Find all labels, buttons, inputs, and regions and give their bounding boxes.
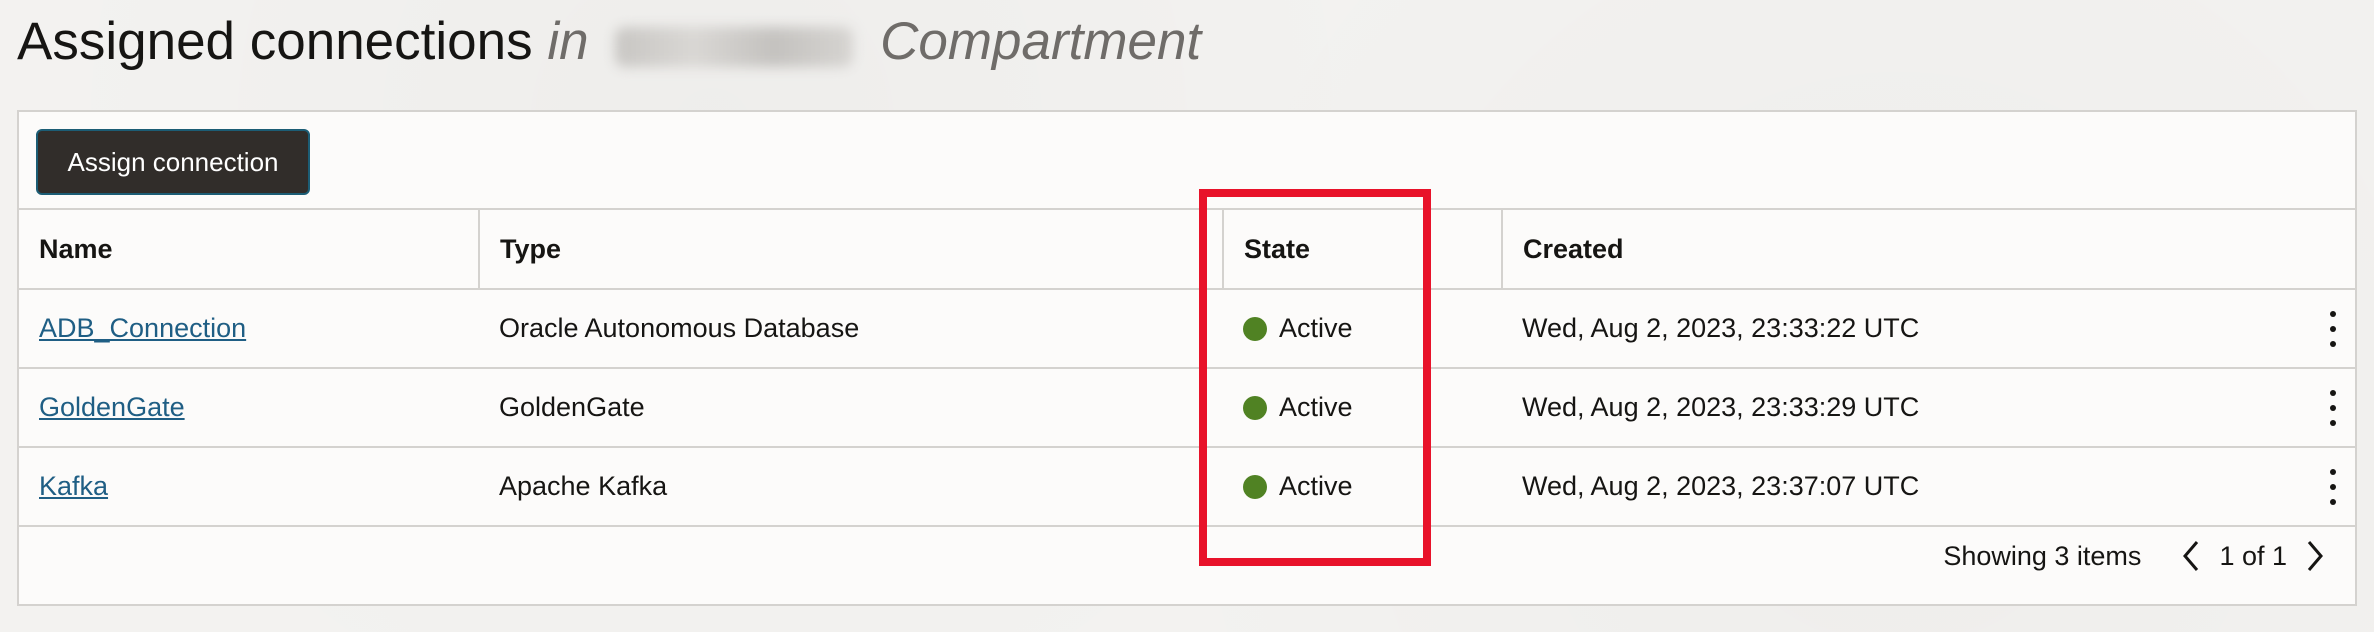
- state-badge: Active: [1243, 369, 1502, 445]
- state-label: Active: [1279, 471, 1353, 501]
- table-row: ADB_Connection Oracle Autonomous Databas…: [19, 289, 2355, 369]
- connection-type: GoldenGate: [479, 368, 1223, 448]
- table-row: Kafka Apache Kafka Active Wed, Aug 2, 20…: [19, 447, 2355, 527]
- state-badge: Active: [1243, 290, 1502, 366]
- toolbar: Assign connection: [19, 112, 2355, 210]
- redacted-compartment-name: [615, 27, 854, 67]
- kebab-menu-icon[interactable]: [2327, 310, 2339, 347]
- assign-connection-button[interactable]: Assign connection: [36, 129, 310, 195]
- column-header-type[interactable]: Type: [478, 210, 1223, 290]
- table-footer: Showing 3 items 1 of 1: [1943, 526, 2329, 586]
- connection-name-link[interactable]: Kafka: [39, 471, 108, 501]
- green-dot-icon: [1243, 395, 1267, 420]
- column-header-name[interactable]: Name: [19, 210, 479, 290]
- state-label: Active: [1279, 392, 1353, 422]
- chevron-left-icon[interactable]: [2177, 536, 2205, 576]
- green-dot-icon: [1243, 316, 1267, 341]
- green-dot-icon: [1243, 474, 1267, 499]
- page-title-text: Assigned connections: [17, 12, 533, 71]
- connection-name-link[interactable]: ADB_Connection: [39, 313, 246, 343]
- table-row: GoldenGate GoldenGate Active Wed, Aug 2,…: [19, 368, 2355, 448]
- connections-table: Name Type State Created ADB_Connection O…: [19, 210, 2355, 527]
- chevron-right-icon[interactable]: [2301, 536, 2329, 576]
- page-title: Assigned connections in Compartment: [17, 10, 1201, 74]
- page-title-in: in: [547, 12, 589, 71]
- connection-name-link[interactable]: GoldenGate: [39, 392, 185, 422]
- created-timestamp: Wed, Aug 2, 2023, 23:33:29 UTC: [1522, 392, 1920, 422]
- connection-type: Apache Kafka: [479, 447, 1223, 527]
- column-header-created[interactable]: Created: [1501, 210, 2355, 290]
- kebab-menu-icon[interactable]: [2327, 468, 2339, 505]
- created-timestamp: Wed, Aug 2, 2023, 23:33:22 UTC: [1522, 313, 1920, 343]
- state-label: Active: [1279, 313, 1353, 343]
- table-header-row: Name Type State Created: [19, 210, 2355, 290]
- item-count: Showing 3 items: [1943, 540, 2142, 571]
- state-badge: Active: [1243, 448, 1502, 524]
- connections-panel: Assign connection Name Type State Create…: [17, 110, 2357, 606]
- connection-type: Oracle Autonomous Database: [479, 289, 1223, 369]
- page-indicator: 1 of 1: [2219, 540, 2287, 571]
- column-header-state[interactable]: State: [1222, 210, 1502, 290]
- page-title-compartment: Compartment: [880, 12, 1202, 71]
- kebab-menu-icon[interactable]: [2327, 389, 2339, 426]
- created-timestamp: Wed, Aug 2, 2023, 23:37:07 UTC: [1522, 471, 1920, 501]
